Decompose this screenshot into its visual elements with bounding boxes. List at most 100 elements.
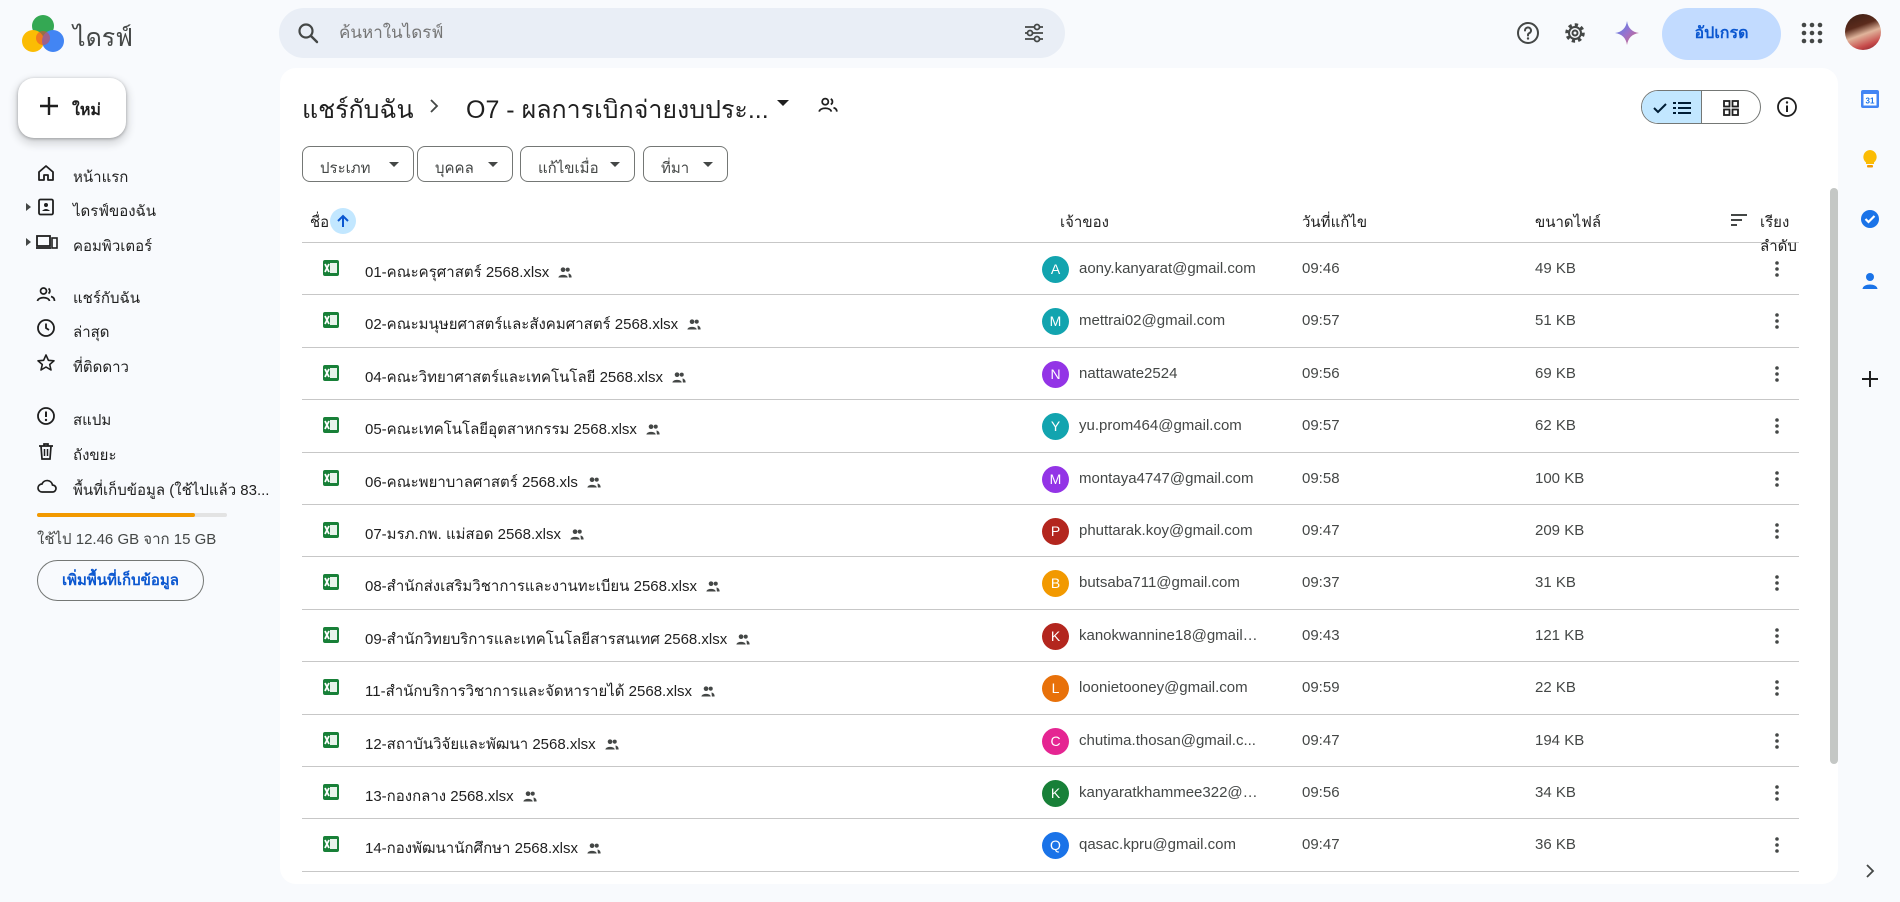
owner-avatar[interactable]: C: [1042, 727, 1069, 755]
chevron-right-icon[interactable]: [1859, 860, 1881, 882]
nav-item-my-drive[interactable]: ไดรฟ์ของฉัน: [24, 192, 264, 222]
owner-avatar[interactable]: L: [1042, 675, 1069, 703]
calendar-icon[interactable]: 31: [1859, 88, 1881, 110]
owner-avatar[interactable]: Y: [1042, 413, 1069, 441]
file-name[interactable]: 01-คณะครุศาสตร์ 2568.xlsx: [365, 260, 573, 284]
owner-avatar[interactable]: P: [1042, 517, 1069, 545]
list-view-button[interactable]: [1642, 91, 1702, 123]
search-input[interactable]: [339, 8, 959, 58]
owner-avatar[interactable]: M: [1042, 308, 1069, 336]
more-actions-icon[interactable]: [1767, 521, 1787, 541]
file-name[interactable]: 11-สำนักบริการวิชาการและจัดหารายได้ 2568…: [365, 679, 716, 703]
drive-logo-icon[interactable]: [22, 14, 64, 54]
file-name[interactable]: 09-สำนักวิทยบริการและเทคโนโลยีสารสนเทศ 2…: [365, 627, 751, 651]
column-header-name[interactable]: ชื่อ: [310, 210, 329, 234]
nav-item-trash[interactable]: ถังขยะ: [24, 436, 264, 466]
owner-avatar[interactable]: K: [1042, 622, 1069, 650]
expand-caret-icon[interactable]: [26, 238, 31, 246]
more-actions-icon[interactable]: [1767, 678, 1787, 698]
nav-item-shared-with-me[interactable]: แชร์กับฉัน: [24, 279, 264, 309]
nav-item-recent[interactable]: ล่าสุด: [24, 313, 264, 343]
nav-item-spam[interactable]: สแปม: [24, 401, 264, 431]
expand-caret-icon[interactable]: [26, 203, 31, 211]
filter-chip-source[interactable]: ที่มา: [643, 146, 728, 182]
filter-chip-type[interactable]: ประเภท: [302, 146, 414, 182]
more-actions-icon[interactable]: [1767, 835, 1787, 855]
table-row[interactable]: 12-สถาบันวิจัยและพัฒนา 2568.xlsx Cchutima…: [302, 715, 1799, 767]
table-row[interactable]: 04-คณะวิทยาศาสตร์และเทคโนโลยี 2568.xlsx N…: [302, 348, 1799, 401]
nav-item-starred[interactable]: ที่ติดดาว: [24, 348, 264, 378]
owner-avatar[interactable]: N: [1042, 360, 1069, 388]
scrollbar[interactable]: [1830, 188, 1838, 764]
gemini-sparkle-icon[interactable]: [1614, 20, 1640, 46]
account-avatar[interactable]: [1845, 14, 1881, 50]
file-name[interactable]: 13-กองกลาง 2568.xlsx: [365, 784, 538, 808]
grid-view-button[interactable]: [1702, 91, 1760, 123]
file-name[interactable]: 02-คณะมนุษยศาสตร์และสังคมศาสตร์ 2568.xls…: [365, 312, 702, 336]
more-actions-icon[interactable]: [1767, 731, 1787, 751]
table-row[interactable]: 11-สำนักบริการวิชาการและจัดหารายได้ 2568…: [302, 662, 1799, 715]
table-row[interactable]: 09-สำนักวิทยบริการและเทคโนโลยีสารสนเทศ 2…: [302, 610, 1799, 663]
file-name[interactable]: 14-กองพัฒนานักศึกษา 2568.xlsx: [365, 836, 602, 860]
apps-grid-icon[interactable]: [1799, 20, 1825, 46]
help-icon[interactable]: [1515, 20, 1541, 46]
more-actions-icon[interactable]: [1767, 626, 1787, 646]
table-row[interactable]: 02-คณะมนุษยศาสตร์และสังคมศาสตร์ 2568.xls…: [302, 295, 1799, 348]
get-more-storage-button[interactable]: เพิ่มพื้นที่เก็บข้อมูล: [37, 560, 204, 601]
shared-folder-icon[interactable]: [817, 94, 839, 116]
keep-icon[interactable]: [1859, 148, 1881, 170]
app-title[interactable]: ไดรฟ์: [73, 18, 133, 58]
breadcrumb-root[interactable]: แชร์กับฉัน: [302, 90, 414, 130]
file-name[interactable]: 04-คณะวิทยาศาสตร์และเทคโนโลยี 2568.xlsx: [365, 365, 687, 389]
table-row[interactable]: 08-สำนักส่งเสริมวิชาการและงานทะเบียน 256…: [302, 557, 1799, 610]
column-header-size[interactable]: ขนาดไฟล์: [1535, 210, 1601, 234]
dropdown-arrow-icon: [610, 162, 620, 167]
column-header-owner[interactable]: เจ้าของ: [1060, 210, 1109, 234]
shared-icon: [736, 634, 750, 645]
file-name[interactable]: 05-คณะเทคโนโลยีอุตสาหกรรม 2568.xlsx: [365, 417, 661, 441]
nav-item-computers[interactable]: คอมพิวเตอร์: [24, 227, 264, 257]
breadcrumb-current-folder[interactable]: O7 - ผลการเบิกจ่ายงบประ...: [466, 90, 769, 130]
settings-gear-icon[interactable]: [1562, 20, 1588, 46]
owner-avatar[interactable]: B: [1042, 570, 1069, 598]
table-row[interactable]: 13-กองกลาง 2568.xlsx Kkanyaratkhammee322@…: [302, 767, 1799, 820]
more-actions-icon[interactable]: [1767, 469, 1787, 489]
table-row[interactable]: 06-คณะพยาบาลศาสตร์ 2568.xls Mmontaya4747@…: [302, 453, 1799, 505]
owner-avatar[interactable]: A: [1042, 256, 1069, 283]
info-icon[interactable]: [1776, 96, 1798, 118]
more-actions-icon[interactable]: [1767, 311, 1787, 331]
table-row[interactable]: 05-คณะเทคโนโลยีอุตสาหกรรม 2568.xlsx Yyu.p…: [302, 400, 1799, 453]
add-addon-icon[interactable]: [1859, 368, 1881, 390]
file-name[interactable]: 07-มรภ.กพ. แม่สอด 2568.xlsx: [365, 522, 585, 546]
tasks-icon[interactable]: [1859, 208, 1881, 230]
search-options-icon[interactable]: [1023, 22, 1045, 44]
filter-chip-people[interactable]: บุคคล: [417, 146, 513, 182]
more-actions-icon[interactable]: [1767, 364, 1787, 384]
file-name[interactable]: 08-สำนักส่งเสริมวิชาการและงานทะเบียน 256…: [365, 574, 721, 598]
table-row[interactable]: 01-คณะครุศาสตร์ 2568.xlsx Aaony.kanyarat@…: [302, 243, 1799, 296]
file-name[interactable]: 06-คณะพยาบาลศาสตร์ 2568.xls: [365, 470, 602, 494]
nav-item-storage[interactable]: พื้นที่เก็บข้อมูล (ใช้ไปแล้ว 83...: [24, 471, 269, 501]
search-icon[interactable]: [296, 21, 320, 45]
owner-avatar[interactable]: M: [1042, 465, 1069, 493]
filter-chip-modified[interactable]: แก้ไขเมื่อ: [520, 146, 635, 182]
contacts-icon[interactable]: [1859, 270, 1881, 292]
nav-item-home[interactable]: หน้าแรก: [24, 158, 264, 188]
more-actions-icon[interactable]: [1767, 573, 1787, 593]
folder-menu-dropdown-icon[interactable]: [777, 100, 789, 106]
owner-avatar[interactable]: K: [1042, 779, 1069, 807]
table-row[interactable]: 07-มรภ.กพ. แม่สอด 2568.xlsx Pphuttarak.ko…: [302, 505, 1799, 558]
owner-avatar[interactable]: Q: [1042, 832, 1069, 860]
upgrade-button[interactable]: อัปเกรด: [1662, 8, 1781, 60]
column-header-modified[interactable]: วันที่แก้ไข: [1302, 210, 1367, 234]
search-bar[interactable]: [279, 8, 1065, 58]
more-actions-icon[interactable]: [1767, 259, 1787, 279]
more-actions-icon[interactable]: [1767, 783, 1787, 803]
sort-options-icon[interactable]: [1730, 212, 1748, 228]
table-row[interactable]: 14-กองพัฒนานักศึกษา 2568.xlsx Qqasac.kpru…: [302, 819, 1799, 872]
shared-icon: [706, 581, 720, 592]
new-button[interactable]: ใหม่: [18, 78, 126, 138]
sort-direction-button[interactable]: [330, 208, 356, 234]
more-actions-icon[interactable]: [1767, 416, 1787, 436]
file-name[interactable]: 12-สถาบันวิจัยและพัฒนา 2568.xlsx: [365, 732, 620, 756]
